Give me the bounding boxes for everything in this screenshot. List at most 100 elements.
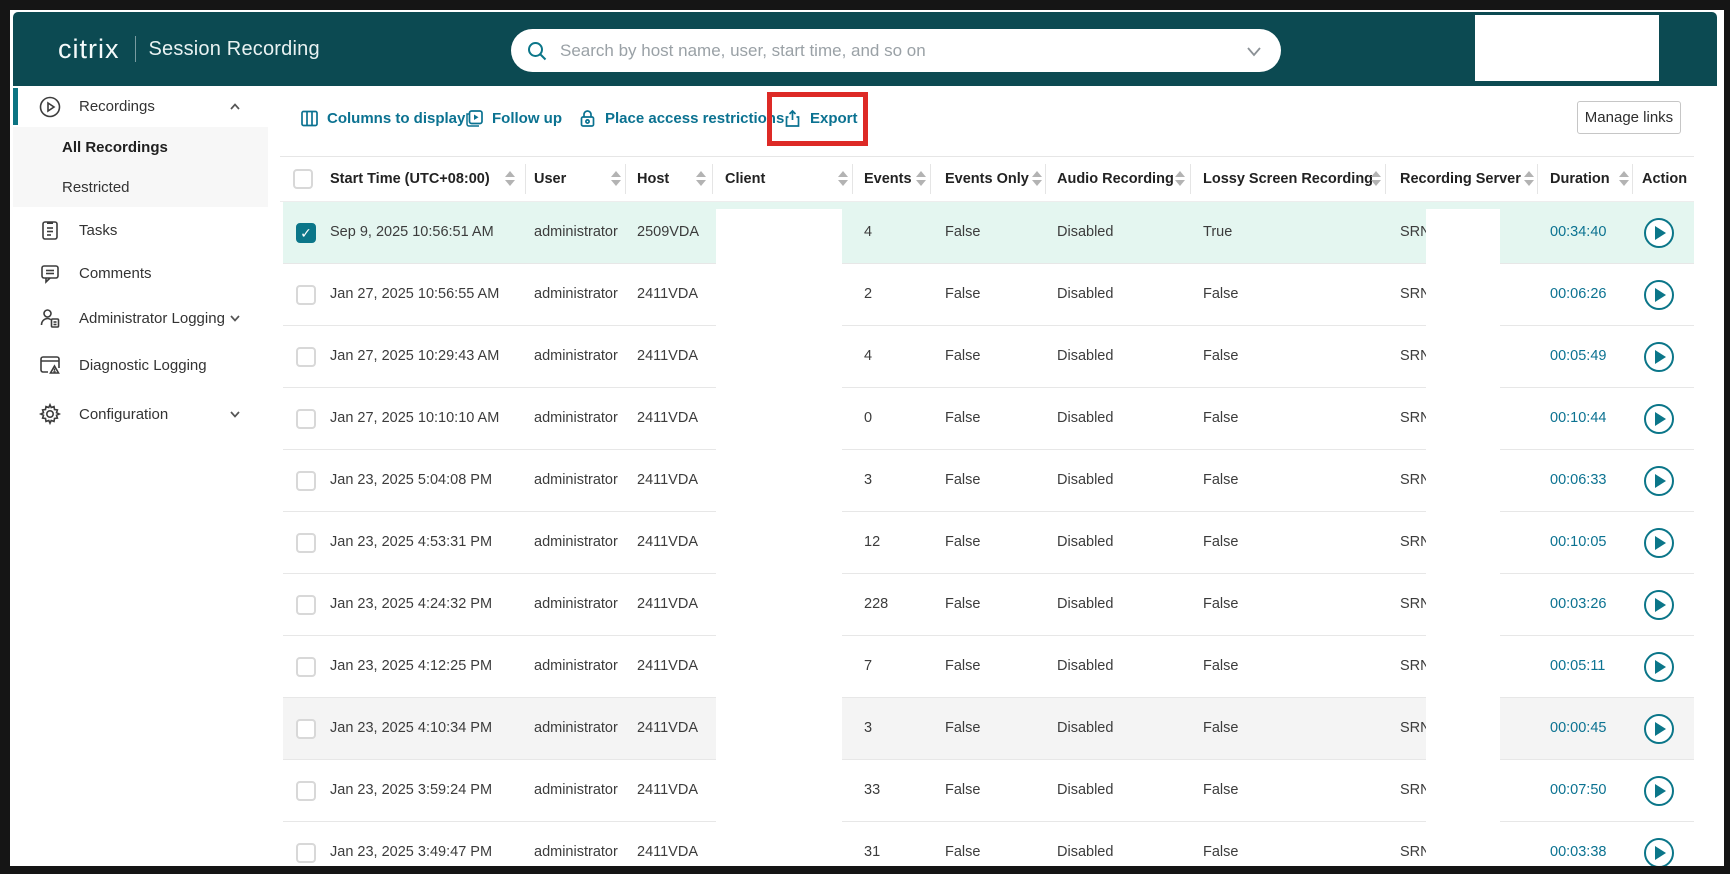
cell-duration[interactable]: 00:00:45	[1550, 698, 1606, 759]
cell-duration[interactable]: 00:10:44	[1550, 388, 1606, 449]
cell-lossy: False	[1203, 658, 1239, 674]
sidebar-item-label: Comments	[79, 264, 152, 282]
row-checkbox[interactable]	[296, 657, 316, 677]
play-button[interactable]	[1644, 776, 1674, 806]
cell-duration[interactable]: 00:34:40	[1550, 202, 1606, 263]
search-input[interactable]	[560, 40, 1243, 61]
cell-audio: Disabled	[1057, 658, 1114, 674]
sidebar-item-restricted[interactable]: Restricted	[13, 167, 268, 207]
play-icon	[1655, 784, 1666, 798]
play-button[interactable]	[1644, 280, 1674, 310]
sidebar-item-diagnostic-logging[interactable]: Diagnostic Logging	[13, 343, 268, 387]
row-checkbox[interactable]	[296, 843, 316, 863]
row-checkbox[interactable]	[296, 409, 316, 429]
manage-links-button[interactable]: Manage links	[1577, 101, 1681, 134]
sidebar-item-comments[interactable]: Comments	[13, 251, 268, 295]
cell-duration[interactable]: 00:05:49	[1550, 326, 1606, 387]
play-icon	[1655, 412, 1666, 426]
row-checkbox[interactable]: ✓	[296, 223, 316, 243]
export-button[interactable]: Export	[783, 104, 858, 132]
play-button[interactable]	[1644, 342, 1674, 372]
search-icon	[526, 40, 548, 62]
column-header-events-only[interactable]: Events Only	[945, 157, 1029, 201]
select-all-checkbox[interactable]	[293, 169, 313, 189]
sort-icon-audio[interactable]	[1175, 169, 1185, 189]
chevron-up-icon[interactable]	[228, 100, 242, 114]
window-frame	[1724, 0, 1730, 874]
cell-events: 4	[864, 224, 873, 240]
cell-duration[interactable]: 00:07:50	[1550, 760, 1606, 821]
sidebar-item-label: Administrator Logging	[79, 309, 225, 327]
cell-lossy: False	[1203, 348, 1239, 364]
sort-icon-events-only[interactable]	[1032, 169, 1042, 189]
chevron-down-icon[interactable]	[228, 407, 242, 421]
sort-icon-client[interactable]	[838, 169, 848, 189]
row-checkbox[interactable]	[296, 471, 316, 491]
sort-icon-start-time[interactable]	[505, 169, 515, 189]
follow-up-button[interactable]: Follow up	[465, 104, 562, 132]
row-checkbox[interactable]	[296, 781, 316, 801]
row-checkbox[interactable]	[296, 719, 316, 739]
cell-user: administrator	[534, 782, 618, 798]
play-button[interactable]	[1644, 404, 1674, 434]
cell-duration[interactable]: 00:06:33	[1550, 450, 1606, 511]
column-header-user[interactable]: User	[534, 157, 566, 201]
play-button[interactable]	[1644, 590, 1674, 620]
top-header-bar: citrix Session Recording	[13, 12, 1717, 86]
search-bar[interactable]	[511, 29, 1281, 72]
sort-icon-duration[interactable]	[1619, 169, 1629, 189]
column-header-audio[interactable]: Audio Recording	[1057, 157, 1174, 201]
row-checkbox[interactable]	[296, 533, 316, 553]
window-frame	[0, 0, 10, 874]
play-icon	[1655, 536, 1666, 550]
column-header-client[interactable]: Client	[725, 157, 765, 201]
sort-icon-events[interactable]	[916, 169, 926, 189]
sidebar-item-label: Configuration	[79, 405, 169, 423]
sidebar-item-recordings[interactable]: Recordings	[13, 86, 268, 127]
play-button[interactable]	[1644, 218, 1674, 248]
play-button[interactable]	[1644, 714, 1674, 744]
active-indicator	[13, 88, 18, 125]
cell-audio: Disabled	[1057, 720, 1114, 736]
column-header-start-time[interactable]: Start Time (UTC+08:00)	[330, 157, 490, 201]
columns-to-display-button[interactable]: Columns to display	[300, 104, 465, 132]
chevron-down-icon[interactable]	[228, 311, 242, 325]
cell-events-only: False	[945, 286, 981, 302]
sort-icon-user[interactable]	[611, 169, 621, 189]
cell-duration[interactable]: 00:05:11	[1550, 636, 1605, 697]
sort-icon-lossy[interactable]	[1371, 169, 1381, 189]
column-header-server[interactable]: Recording Server	[1400, 157, 1521, 201]
column-header-action[interactable]: Action	[1642, 157, 1687, 201]
cell-duration[interactable]: 00:10:05	[1550, 512, 1606, 573]
diagnostic-logging-icon	[38, 353, 62, 377]
follow-up-icon	[465, 109, 484, 128]
cell-duration[interactable]: 00:03:26	[1550, 574, 1606, 635]
redacted-server-column	[1426, 209, 1500, 866]
play-button[interactable]	[1644, 838, 1674, 868]
row-checkbox[interactable]	[296, 347, 316, 367]
sidebar-item-all-recordings[interactable]: All Recordings	[13, 127, 268, 167]
cell-user: administrator	[534, 534, 618, 550]
play-button[interactable]	[1644, 466, 1674, 496]
play-button[interactable]	[1644, 528, 1674, 558]
cell-audio: Disabled	[1057, 410, 1114, 426]
sidebar-item-tasks[interactable]: Tasks	[13, 208, 268, 252]
header-divider	[930, 164, 931, 194]
column-header-host[interactable]: Host	[637, 157, 669, 201]
play-icon	[1655, 660, 1666, 674]
sidebar-item-label: Restricted	[62, 178, 130, 196]
sort-icon-host[interactable]	[696, 169, 706, 189]
place-access-restrictions-button[interactable]: Place access restrictions	[578, 104, 784, 132]
sidebar-item-administrator-logging[interactable]: Administrator Logging	[13, 296, 268, 340]
search-options-chevron-down-icon[interactable]	[1243, 40, 1265, 62]
column-header-events[interactable]: Events	[864, 157, 912, 201]
column-header-lossy[interactable]: Lossy Screen Recording	[1203, 157, 1373, 201]
cell-duration[interactable]: 00:06:26	[1550, 264, 1606, 325]
sort-icon-server[interactable]	[1524, 169, 1534, 189]
row-checkbox[interactable]	[296, 285, 316, 305]
play-button[interactable]	[1644, 652, 1674, 682]
column-header-duration[interactable]: Duration	[1550, 157, 1610, 201]
row-checkbox[interactable]	[296, 595, 316, 615]
cell-events-only: False	[945, 472, 981, 488]
sidebar-item-configuration[interactable]: Configuration	[13, 392, 268, 436]
